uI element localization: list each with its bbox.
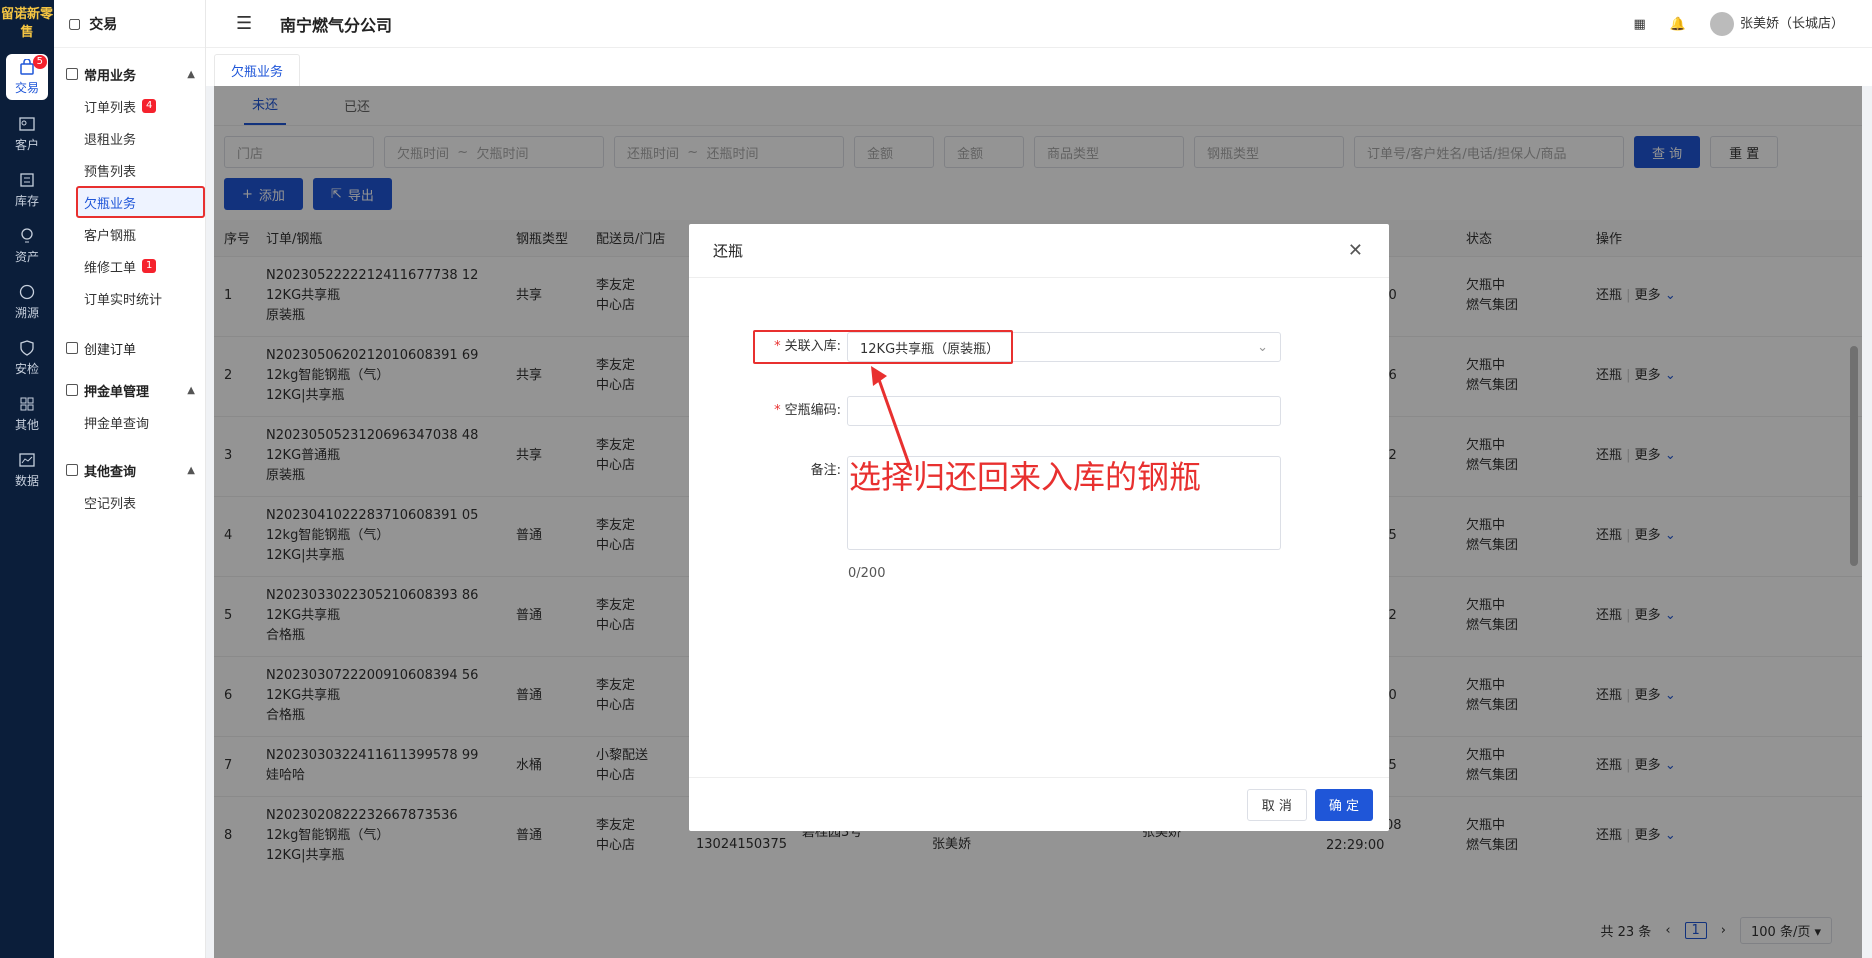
- edit-icon: [66, 384, 78, 396]
- shield-icon: [18, 339, 36, 357]
- item-label: 押金单查询: [84, 416, 150, 432]
- highlight-box: [753, 330, 1013, 364]
- user-menu[interactable]: 张美娇（长城店）: [1709, 12, 1844, 36]
- user-name: 张美娇（长城店）: [1739, 16, 1844, 32]
- list-icon: [18, 171, 36, 189]
- label-remark: 备注:: [689, 456, 847, 486]
- sub-sidebar: ▢ 交易 常用业务 ▲ 订单列表 4 退租业务 预售列表 欠瓶业务 客户钢瓶 维修…: [54, 0, 206, 958]
- group-common[interactable]: 常用业务 ▲: [54, 58, 205, 90]
- sidebar-item-empty-record[interactable]: 空记列表: [76, 486, 205, 518]
- group-deposit[interactable]: 押金单管理 ▲: [54, 374, 205, 406]
- app-logo: 留诺新零售: [0, 7, 53, 40]
- item-label: 客户钢瓶: [84, 228, 137, 244]
- rail-item-other[interactable]: 其他: [0, 386, 54, 442]
- close-icon[interactable]: ✕: [1348, 240, 1363, 261]
- rail-item-customer[interactable]: 客户: [0, 106, 54, 162]
- rail-label: 库存: [14, 194, 39, 208]
- rail-item-stock[interactable]: 库存: [0, 162, 54, 218]
- item-label: 维修工单: [84, 260, 137, 276]
- sidebar-item-return-rent[interactable]: 退租业务: [76, 122, 205, 154]
- confirm-button[interactable]: 确 定: [1314, 788, 1373, 821]
- rail-item-safety[interactable]: 安检: [0, 330, 54, 386]
- sidebar-item-customer-bottles[interactable]: 客户钢瓶: [76, 218, 205, 250]
- item-label: 欠瓶业务: [84, 196, 137, 212]
- sidebar-item-orders[interactable]: 订单列表 4: [76, 90, 205, 122]
- cancel-button[interactable]: 取 消: [1246, 788, 1307, 821]
- sidebar-item-deposit-query[interactable]: 押金单查询: [76, 406, 205, 438]
- return-bottle-dialog: 还瓶 ✕ * 关联入库: 12KG共享瓶（原装瓶） ⌄ * 空瓶编码: 备注: 选择…: [689, 224, 1389, 831]
- dialog-footer: 取 消 确 定: [689, 777, 1389, 831]
- char-counter: 0/200: [848, 566, 886, 581]
- sidebar-item-repair[interactable]: 维修工单 1: [76, 250, 205, 282]
- label-text: 备注:: [810, 463, 841, 478]
- item-label: 空记列表: [84, 496, 137, 512]
- top-header: ☰ 南宁燃气分公司 ▦ 🔔 张美娇（长城店）: [206, 0, 1872, 48]
- app-rail: 留诺新零售 交易 5 客户 库存 资产 溯源 安检 其他 数据: [0, 0, 54, 958]
- rail-badge: 5: [32, 55, 47, 69]
- rail-label: 资产: [14, 250, 39, 264]
- compass-icon: [18, 283, 36, 301]
- rail-item-trace[interactable]: 溯源: [0, 274, 54, 330]
- label-empty-code: * 空瓶编码:: [774, 403, 841, 418]
- avatar: [1709, 12, 1734, 36]
- bell-icon[interactable]: 🔔: [1670, 17, 1686, 32]
- sidebar-title: ▢ 交易: [54, 0, 205, 48]
- tab-owed-bottles[interactable]: 欠瓶业务: [214, 54, 301, 86]
- group-create-order[interactable]: 创建订单: [54, 332, 205, 364]
- chevron-up-icon: ▲: [187, 384, 195, 396]
- dialog-title: 还瓶: [713, 242, 744, 260]
- rail-label: 溯源: [14, 306, 39, 320]
- search-doc-icon: [66, 464, 78, 476]
- dialog-header: 还瓶 ✕: [689, 224, 1389, 278]
- rail-label: 交易: [14, 81, 39, 95]
- group-label: 常用业务: [84, 68, 137, 84]
- grid-icon: [18, 395, 36, 413]
- bulb-icon: [18, 227, 36, 245]
- sidebar-item-realtime-stats[interactable]: 订单实时统计: [76, 282, 205, 314]
- rail-item-asset[interactable]: 资产: [0, 218, 54, 274]
- item-label: 退租业务: [84, 132, 137, 148]
- rail-label: 客户: [14, 138, 39, 152]
- item-label: 订单实时统计: [84, 292, 163, 308]
- group-label: 押金单管理: [84, 384, 150, 400]
- label-text: 空瓶编码:: [784, 403, 841, 418]
- rail-label: 其他: [14, 418, 39, 432]
- item-label: 订单列表: [84, 100, 137, 116]
- rail-label: 数据: [14, 474, 39, 488]
- sidebar-item-owed-bottles[interactable]: 欠瓶业务: [76, 186, 205, 218]
- company-name: 南宁燃气分公司: [280, 15, 393, 35]
- qrcode-icon[interactable]: ▦: [1634, 17, 1646, 32]
- chevron-up-icon: ▲: [187, 68, 195, 80]
- count-badge: 1: [142, 259, 157, 273]
- chart-icon: [18, 451, 36, 469]
- sidebar-item-presale[interactable]: 预售列表: [76, 154, 205, 186]
- doc-icon: [66, 68, 78, 80]
- header-right: ▦ 🔔 张美娇（长城店）: [1634, 0, 1844, 48]
- group-label: 创建订单: [84, 342, 137, 358]
- count-badge: 4: [142, 99, 157, 113]
- bag-icon: ▢: [68, 15, 82, 32]
- row-empty-code: * 空瓶编码:: [689, 396, 1281, 426]
- rail-label: 安检: [14, 362, 39, 376]
- item-label: 预售列表: [84, 164, 137, 180]
- chevron-down-icon: ⌄: [1257, 339, 1268, 355]
- rail-item-data[interactable]: 数据: [0, 442, 54, 498]
- page-tab-strip: 欠瓶业务: [206, 48, 1872, 86]
- group-label: 其他查询: [84, 464, 137, 480]
- plus-square-icon: [66, 342, 78, 354]
- sidebar-title-text: 交易: [89, 16, 118, 33]
- group-other-query[interactable]: 其他查询 ▲: [54, 454, 205, 486]
- annotation-arrow: [871, 366, 913, 471]
- menu-fold-icon[interactable]: ☰: [236, 13, 268, 34]
- rail-item-trade[interactable]: 交易 5: [6, 54, 48, 100]
- id-card-icon: [18, 115, 36, 133]
- chevron-up-icon: ▲: [187, 464, 195, 476]
